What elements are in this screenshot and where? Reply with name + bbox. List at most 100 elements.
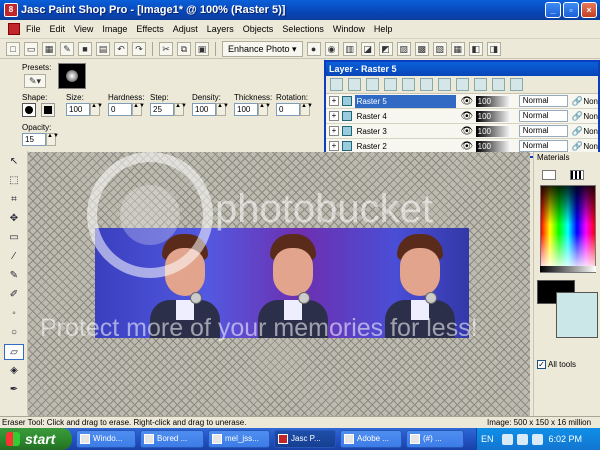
menu-adjust[interactable]: Adjust: [173, 24, 198, 34]
rotation-spinner[interactable]: ▲▼: [300, 103, 313, 116]
move-tool-icon[interactable]: ✥: [4, 211, 24, 227]
document-icon[interactable]: [8, 23, 20, 35]
lighten-tool-icon[interactable]: ○: [4, 325, 24, 341]
round-shape-button[interactable]: [22, 103, 36, 117]
lock-icon[interactable]: 🔗: [572, 126, 584, 137]
blend-mode-select[interactable]: Normal: [518, 95, 568, 107]
taskbar-item[interactable]: Jasc P...: [274, 430, 336, 448]
square-shape-button[interactable]: [41, 103, 55, 117]
background-swatch[interactable]: [556, 292, 598, 338]
taskbar-item[interactable]: mel_jss...: [208, 430, 270, 448]
group-layer-icon[interactable]: [474, 78, 487, 91]
edit-selection-icon[interactable]: [510, 78, 523, 91]
density-spinner[interactable]: ▲▼: [216, 103, 229, 116]
rectangle-select-icon[interactable]: ▭: [4, 230, 24, 246]
photo-icon[interactable]: ▥: [342, 41, 357, 56]
duplicate-layer-icon[interactable]: [420, 78, 433, 91]
adjust-icon[interactable]: ●: [306, 41, 321, 56]
link-set-select[interactable]: Non: [583, 127, 598, 136]
menu-help[interactable]: Help: [374, 24, 393, 34]
menu-view[interactable]: View: [74, 24, 93, 34]
rotation-field[interactable]: 0: [276, 103, 300, 116]
promote-layer-icon[interactable]: [492, 78, 505, 91]
layer-name[interactable]: Raster 5: [354, 94, 456, 108]
lock-icon[interactable]: 🔗: [572, 96, 584, 107]
taskbar-item[interactable]: Bored ...: [140, 430, 204, 448]
eraser-tool-icon[interactable]: ▱: [4, 344, 24, 360]
hardness-field[interactable]: 0: [108, 103, 132, 116]
levels-icon[interactable]: ◪: [360, 41, 375, 56]
flood-fill-icon[interactable]: ◈: [4, 363, 24, 379]
materials-title[interactable]: Materials: [534, 152, 600, 163]
menu-image[interactable]: Image: [102, 24, 127, 34]
script-icon[interactable]: ▧: [432, 41, 447, 56]
blend-mode-select[interactable]: Normal: [518, 125, 568, 137]
layers-toggle-icon[interactable]: ◨: [486, 41, 501, 56]
density-field[interactable]: 100: [192, 103, 216, 116]
menu-effects[interactable]: Effects: [136, 24, 163, 34]
lock-icon[interactable]: 🔗: [572, 111, 584, 122]
crop-tool-icon[interactable]: ⌗: [4, 192, 24, 208]
layer-name[interactable]: Raster 4: [355, 110, 456, 123]
menu-selections[interactable]: Selections: [282, 24, 324, 34]
pick-tool-icon[interactable]: ↖: [4, 154, 24, 170]
visibility-eye-icon[interactable]: 👁: [460, 96, 474, 107]
browse-icon[interactable]: ▦: [42, 41, 56, 56]
presets-dropdown[interactable]: ✎▾: [24, 74, 46, 88]
undo-icon[interactable]: ↶: [114, 41, 128, 56]
link-set-select[interactable]: Non: [583, 97, 598, 106]
palette-icon[interactable]: ▨: [396, 41, 411, 56]
taskbar-item[interactable]: Adobe ...: [340, 430, 402, 448]
size-field[interactable]: 100: [66, 103, 90, 116]
app-icon[interactable]: 8: [4, 3, 18, 17]
expand-toggle-icon[interactable]: +: [329, 111, 339, 121]
histogram-icon[interactable]: ▩: [414, 41, 429, 56]
blend-mode-select[interactable]: Normal: [518, 140, 568, 152]
layer-name[interactable]: Raster 2: [355, 140, 456, 153]
layer-opacity-slider[interactable]: 100: [475, 140, 511, 152]
link-set-select[interactable]: Non: [583, 142, 598, 151]
step-field[interactable]: 25: [150, 103, 174, 116]
redo-icon[interactable]: ↷: [132, 41, 146, 56]
clone-brush-icon[interactable]: ✐: [4, 287, 24, 303]
open-folder-icon[interactable]: ▭: [24, 41, 38, 56]
visibility-eye-icon[interactable]: 👁: [460, 141, 474, 152]
security-icon[interactable]: [516, 433, 528, 445]
scanner-icon[interactable]: ✎: [60, 41, 74, 56]
paint-brush-icon[interactable]: ✎: [4, 268, 24, 284]
step-spinner[interactable]: ▲▼: [174, 103, 187, 116]
size-spinner[interactable]: ▲▼: [90, 103, 103, 116]
red-eye-icon[interactable]: ◉: [324, 41, 339, 56]
smudge-tool-icon[interactable]: ◦: [4, 306, 24, 322]
menu-edit[interactable]: Edit: [50, 24, 66, 34]
layer-properties-icon[interactable]: [456, 78, 469, 91]
thickness-field[interactable]: 100: [234, 103, 258, 116]
thickness-spinner[interactable]: ▲▼: [258, 103, 271, 116]
layer-opacity-slider[interactable]: 100: [475, 110, 511, 122]
all-tools-option[interactable]: ✓ All tools: [537, 360, 576, 369]
lock-icon[interactable]: 🔗: [572, 141, 584, 152]
overview-icon[interactable]: ◧: [468, 41, 483, 56]
copy-icon[interactable]: ⧉: [177, 41, 191, 56]
menu-layers[interactable]: Layers: [207, 24, 234, 34]
selection-tool-icon[interactable]: ⬚: [4, 173, 24, 189]
image-canvas[interactable]: [95, 228, 469, 338]
minimize-button[interactable]: _: [545, 2, 561, 18]
swatches-tab-icon[interactable]: [570, 170, 584, 180]
new-vector-layer-icon[interactable]: [348, 78, 361, 91]
grayscale-strip[interactable]: [540, 266, 596, 272]
menu-window[interactable]: Window: [333, 24, 365, 34]
expand-toggle-icon[interactable]: +: [329, 141, 339, 151]
all-tools-checkbox[interactable]: ✓: [537, 360, 546, 369]
materials-toggle-icon[interactable]: ▦: [450, 41, 465, 56]
expand-toggle-icon[interactable]: +: [329, 96, 339, 106]
blend-mode-select[interactable]: Normal: [518, 110, 568, 122]
new-art-media-layer-icon[interactable]: [366, 78, 379, 91]
visibility-eye-icon[interactable]: 👁: [460, 126, 474, 137]
layer-row[interactable]: + Raster 4 👁 100 Normal 🔗 Non: [326, 109, 598, 124]
pen-tool-icon[interactable]: ✒: [4, 382, 24, 398]
taskbar-item[interactable]: Windo...: [76, 430, 136, 448]
link-set-select[interactable]: Non: [583, 112, 598, 121]
cut-icon[interactable]: ✂: [159, 41, 173, 56]
enhance-photo-dropdown[interactable]: Enhance Photo ▾: [222, 40, 303, 57]
